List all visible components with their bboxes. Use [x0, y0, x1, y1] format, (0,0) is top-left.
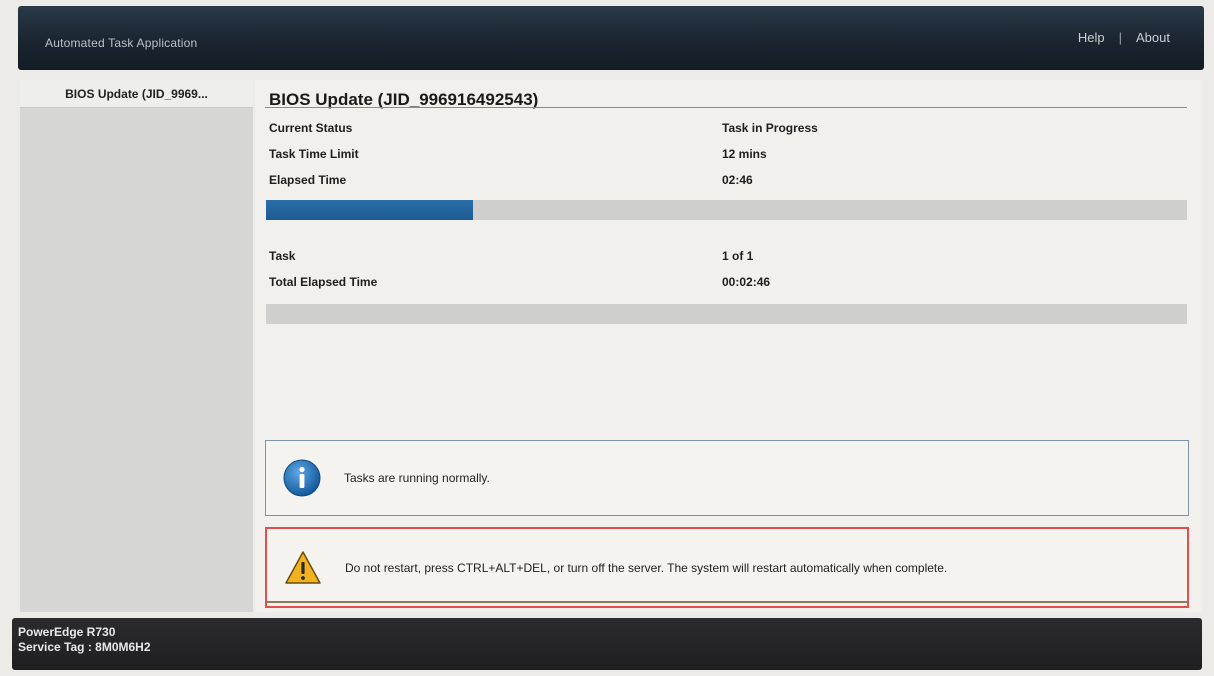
info-message-text: Tasks are running normally.	[344, 471, 490, 485]
title-divider	[265, 107, 1187, 108]
sidebar: BIOS Update (JID_9969...	[20, 80, 253, 612]
overall-value: 00:02:46	[722, 275, 771, 289]
status-value: 02:46	[722, 173, 753, 187]
main-panel: BIOS Update (JID_996916492543) Current S…	[255, 80, 1202, 612]
status-label: Current Status	[269, 121, 353, 135]
overall-progress-bar	[266, 304, 1187, 324]
overall-label: Task	[269, 249, 296, 263]
help-link[interactable]: Help	[1078, 30, 1105, 45]
warning-divider	[267, 601, 1187, 603]
task-progress-fill	[266, 200, 474, 220]
warning-message-text: Do not restart, press CTRL+ALT+DEL, or t…	[345, 560, 948, 575]
status-value: Task in Progress	[722, 121, 818, 135]
status-label: Elapsed Time	[269, 173, 347, 187]
task-progress-bar	[266, 200, 1187, 220]
screen: Automated Task Application Help | About …	[0, 0, 1214, 676]
header-links: Help | About	[1078, 30, 1170, 45]
warning-message-box: Do not restart, press CTRL+ALT+DEL, or t…	[265, 527, 1189, 608]
app-title: Automated Task Application	[45, 36, 198, 50]
server-model: PowerEdge R730	[18, 625, 116, 639]
overall-label: Total Elapsed Time	[269, 275, 378, 289]
status-label: Task Time Limit	[269, 147, 359, 161]
info-icon	[283, 459, 321, 497]
header-bar: Automated Task Application Help | About	[18, 6, 1204, 70]
sidebar-item-bios-update[interactable]: BIOS Update (JID_9969...	[20, 80, 253, 108]
footer-bar: PowerEdge R730 Service Tag : 8M0M6H2	[12, 618, 1202, 670]
overall-value: 1 of 1	[722, 249, 754, 263]
about-link[interactable]: About	[1136, 30, 1170, 45]
warning-icon	[285, 550, 321, 584]
info-message-box: Tasks are running normally.	[265, 440, 1189, 516]
service-tag: Service Tag : 8M0M6H2	[18, 640, 151, 654]
status-value: 12 mins	[722, 147, 767, 161]
header-separator: |	[1118, 30, 1123, 45]
